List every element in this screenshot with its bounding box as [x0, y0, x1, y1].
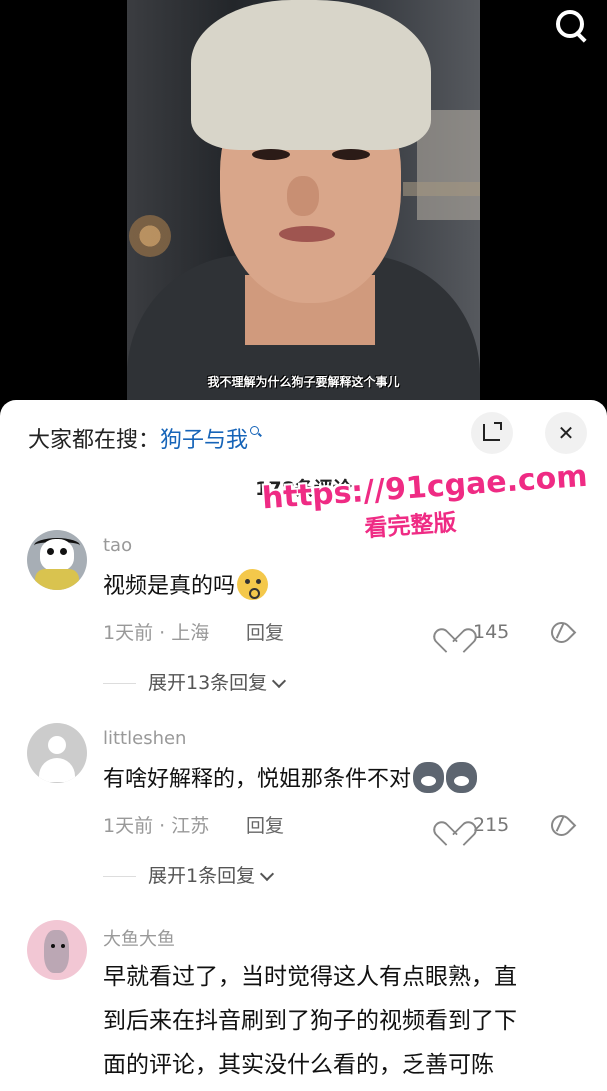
- like-button[interactable]: 215: [441, 811, 509, 836]
- comment-username[interactable]: 大鱼大鱼: [103, 925, 175, 951]
- nose: [287, 176, 319, 216]
- like-button[interactable]: 145: [441, 618, 509, 643]
- avatar[interactable]: [27, 530, 87, 590]
- suggested-search-prefix: 大家都在搜：: [28, 428, 161, 453]
- suggested-search-keyword[interactable]: 狗子与我: [160, 428, 248, 453]
- expand-replies-label: 展开13条回复: [148, 672, 268, 694]
- comment-meta: 1天前 · 上海: [103, 622, 210, 644]
- comment-text: 早就看过了，当时觉得这人有点眼熟，直 到后来在抖音刷到了狗子的视频看到了下 面的…: [103, 955, 578, 1087]
- chevron-down-icon: [260, 866, 275, 882]
- chevron-down-icon: [272, 673, 287, 689]
- comment-text-value: 视频是真的吗: [103, 574, 236, 599]
- avatar[interactable]: [27, 723, 87, 783]
- avatar[interactable]: [27, 920, 87, 980]
- broken-heart-icon[interactable]: [547, 811, 573, 837]
- broken-heart-icon[interactable]: [547, 618, 573, 644]
- heart-icon: [441, 618, 467, 642]
- expand-replies-button[interactable]: 展开13条回复: [103, 668, 287, 695]
- dog-emoji-icon: [413, 762, 445, 793]
- reply-button[interactable]: 回复: [246, 618, 284, 645]
- divider-dash: [103, 876, 136, 877]
- shocked-emoji-icon: [237, 569, 269, 600]
- dog-emoji-icon: [446, 762, 478, 793]
- expand-icon: [483, 422, 502, 441]
- divider-dash: [103, 683, 136, 684]
- mouth: [279, 226, 335, 242]
- expand-button[interactable]: [471, 412, 513, 454]
- like-count: 145: [473, 621, 510, 643]
- comment-line: 早就看过了，当时觉得这人有点眼熟，直: [103, 964, 517, 990]
- heart-icon: [441, 811, 467, 835]
- like-count: 215: [473, 814, 510, 836]
- comment-text: 视频是真的吗: [103, 568, 269, 600]
- expand-replies-label: 展开1条回复: [148, 865, 256, 887]
- video-player[interactable]: 我不理解为什么狗子要解释这个事儿: [0, 0, 607, 420]
- search-icon[interactable]: [551, 6, 589, 44]
- comment-meta: 1天前 · 江苏: [103, 815, 210, 837]
- comment-line: 到后来在抖音刷到了狗子的视频看到了下: [103, 1008, 517, 1034]
- comment-username[interactable]: tao: [103, 535, 132, 556]
- right-eye: [332, 149, 370, 160]
- suggested-search[interactable]: 大家都在搜：狗子与我: [28, 422, 262, 454]
- comment-username[interactable]: littleshen: [103, 728, 186, 749]
- comment-text: 有啥好解释的，悦姐那条件不对: [103, 761, 478, 793]
- left-eye: [252, 149, 290, 160]
- close-icon: ✕: [557, 421, 575, 445]
- video-frame: [127, 0, 480, 400]
- background-shelf-item: [403, 182, 480, 196]
- expand-replies-button[interactable]: 展开1条回复: [103, 861, 275, 888]
- person-cap: [191, 0, 431, 150]
- search-icon: [250, 426, 262, 438]
- background-light: [129, 215, 171, 257]
- comment-text-value: 有啥好解释的，悦姐那条件不对: [103, 767, 412, 792]
- comment-line: 面的评论，其实没什么看的，乏善可陈: [103, 1052, 494, 1078]
- reply-button[interactable]: 回复: [246, 811, 284, 838]
- close-button[interactable]: ✕: [545, 412, 587, 454]
- video-subtitle: 我不理解为什么狗子要解释这个事儿: [207, 375, 400, 389]
